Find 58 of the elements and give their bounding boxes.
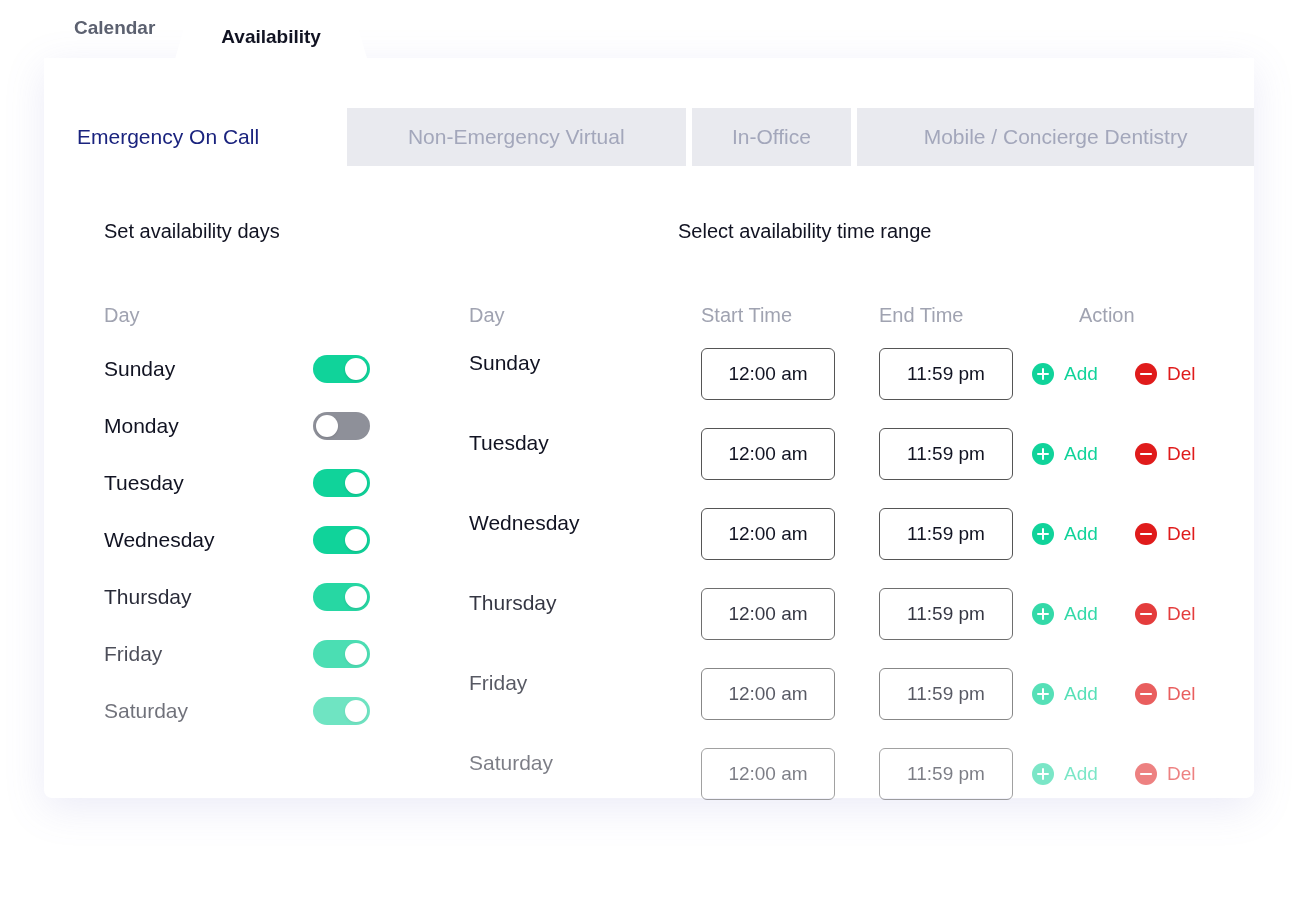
start-time-field[interactable]: 12:00 am (701, 348, 835, 400)
plus-icon (1032, 763, 1054, 785)
delete-button[interactable]: Del (1135, 519, 1196, 549)
end-time-field[interactable]: 11:59 pm (879, 668, 1013, 720)
end-time-field[interactable]: 11:59 pm (879, 588, 1013, 640)
day-label: Saturday (469, 750, 555, 777)
column-header: Action (1079, 304, 1135, 326)
day-toggle[interactable] (313, 582, 370, 611)
plus-icon (1032, 603, 1054, 625)
day-toggle[interactable] (313, 696, 370, 725)
day-toggle[interactable] (313, 468, 370, 497)
day-label: Thursday (469, 590, 558, 617)
day-toggle[interactable] (313, 411, 370, 440)
day-label: Monday (104, 412, 179, 439)
day-label: Wednesday (104, 526, 215, 553)
day-label: Tuesday (104, 469, 184, 496)
day-label: Saturday (104, 697, 189, 724)
delete-button[interactable]: Del (1135, 679, 1196, 709)
plus-icon (1032, 363, 1054, 385)
plus-icon (1032, 523, 1054, 545)
section-title: Set availability days (104, 219, 281, 244)
minus-icon (1135, 363, 1157, 385)
minus-icon (1135, 683, 1157, 705)
plus-icon (1032, 683, 1054, 705)
end-time-field[interactable]: 11:59 pm (879, 428, 1013, 480)
day-label: Friday (469, 670, 529, 697)
minus-icon (1135, 603, 1157, 625)
day-toggle[interactable] (313, 354, 370, 383)
day-label: Sunday (469, 350, 542, 377)
minus-icon (1135, 443, 1157, 465)
section-title: Select availability time range (678, 219, 933, 244)
day-label: Tuesday (469, 430, 550, 457)
start-time-field[interactable]: 12:00 am (701, 748, 835, 800)
day-toggle[interactable] (313, 639, 370, 668)
day-label: Friday (104, 640, 163, 667)
end-time-field[interactable]: 11:59 pm (879, 348, 1013, 400)
delete-button[interactable]: Del (1135, 599, 1196, 629)
day-toggle[interactable] (313, 525, 370, 554)
delete-button[interactable]: Del (1135, 439, 1196, 469)
column-header: Day (104, 303, 141, 328)
top-tab[interactable]: Calendar (74, 12, 176, 58)
column-header: Start Time (701, 304, 793, 326)
plus-icon (1032, 443, 1054, 465)
day-label: Sunday (104, 355, 176, 382)
end-time-field[interactable]: 11:59 pm (879, 748, 1013, 800)
end-time-field[interactable]: 11:59 pm (879, 508, 1013, 560)
column-header: End Time (879, 304, 964, 326)
start-time-field[interactable]: 12:00 am (701, 588, 835, 640)
column-header: Day (469, 304, 505, 326)
minus-icon (1135, 763, 1157, 785)
start-time-field[interactable]: 12:00 am (701, 428, 835, 480)
delete-button[interactable]: Del (1135, 359, 1196, 389)
start-time-field[interactable]: 12:00 am (701, 508, 835, 560)
day-label: Thursday (104, 583, 192, 610)
delete-button[interactable]: Del (1135, 759, 1196, 789)
start-time-field[interactable]: 12:00 am (701, 668, 835, 720)
day-label: Wednesday (469, 510, 581, 537)
minus-icon (1135, 523, 1157, 545)
